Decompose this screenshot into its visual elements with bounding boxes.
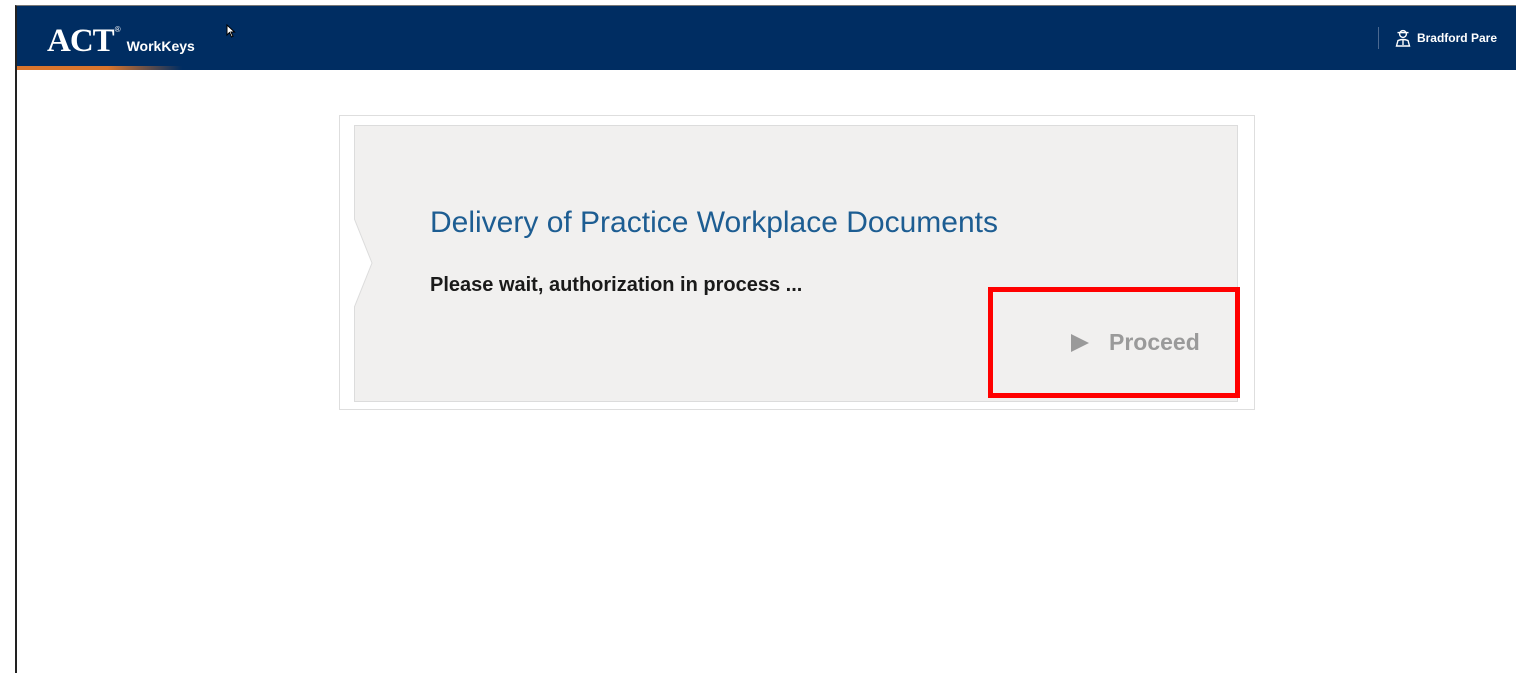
user-divider	[1377, 27, 1379, 49]
mouse-cursor-icon	[226, 23, 236, 43]
app-window: ACT ® WorkKeys Bradford Pare Delivery of…	[15, 5, 1516, 673]
logo-workkeys-text: WorkKeys	[126, 38, 195, 54]
status-message: Please wait, authorization in process ..…	[430, 274, 803, 296]
card-notch	[354, 218, 373, 308]
act-workkeys-logo: ACT ® WorkKeys	[47, 20, 195, 59]
user-name: Bradford Pare	[1416, 31, 1497, 45]
logo-registered-mark: ®	[114, 25, 121, 34]
annotation-highlight-box	[988, 287, 1240, 398]
top-navigation-bar: ACT ® WorkKeys Bradford Pare	[17, 6, 1516, 70]
logo-act-text: ACT	[47, 23, 115, 59]
header-accent-stripe	[17, 66, 182, 70]
page-title: Delivery of Practice Workplace Documents	[430, 206, 998, 239]
user-menu[interactable]: Bradford Pare	[1377, 26, 1497, 50]
user-icon	[1395, 29, 1411, 47]
